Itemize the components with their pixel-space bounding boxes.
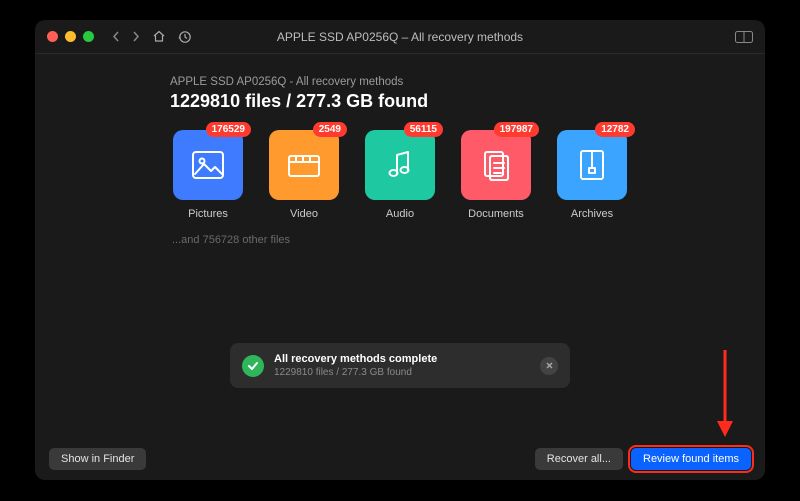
home-icon xyxy=(152,30,166,43)
back-button[interactable] xyxy=(112,31,120,42)
app-window: APPLE SSD AP0256Q – All recovery methods… xyxy=(35,20,765,480)
category-label: Pictures xyxy=(188,208,228,220)
maximize-icon[interactable] xyxy=(83,31,94,42)
right-toolbar xyxy=(735,31,753,43)
close-icon xyxy=(546,362,553,369)
category-cards: 176529 Pictures 2549 Video 56115 Audio 1… xyxy=(170,130,737,220)
note-icon xyxy=(386,149,414,181)
review-found-items-button[interactable]: Review found items xyxy=(631,448,751,470)
category-audio: 56115 Audio xyxy=(362,130,438,220)
category-card-pictures[interactable]: 176529 xyxy=(173,130,243,200)
count-badge: 197987 xyxy=(494,122,539,137)
other-files-text: ...and 756728 other files xyxy=(172,234,737,246)
check-icon xyxy=(242,355,264,377)
category-archives: 12782 Archives xyxy=(554,130,630,220)
chevron-left-icon xyxy=(112,31,120,42)
category-pictures: 176529 Pictures xyxy=(170,130,246,220)
status-bar: All recovery methods complete 1229810 fi… xyxy=(230,343,570,388)
forward-button[interactable] xyxy=(132,31,140,42)
content-area: APPLE SSD AP0256Q - All recovery methods… xyxy=(35,54,765,438)
home-button[interactable] xyxy=(152,30,166,43)
category-documents: 197987 Documents xyxy=(458,130,534,220)
traffic-lights xyxy=(47,31,94,42)
view-grid-icon xyxy=(735,31,753,43)
view-mode-button[interactable] xyxy=(735,31,753,43)
doc-icon xyxy=(479,149,513,181)
status-title: All recovery methods complete xyxy=(274,353,530,365)
footer: Show in Finder Recover all... Review fou… xyxy=(35,438,765,480)
category-label: Archives xyxy=(571,208,613,220)
status-subtitle: 1229810 files / 277.3 GB found xyxy=(274,367,530,378)
category-card-audio[interactable]: 56115 xyxy=(365,130,435,200)
close-icon[interactable] xyxy=(47,31,58,42)
category-label: Audio xyxy=(386,208,414,220)
scan-subtitle: APPLE SSD AP0256Q - All recovery methods xyxy=(170,76,737,88)
minimize-icon[interactable] xyxy=(65,31,76,42)
count-badge: 176529 xyxy=(206,122,251,137)
category-card-video[interactable]: 2549 xyxy=(269,130,339,200)
category-card-archives[interactable]: 12782 xyxy=(557,130,627,200)
titlebar: APPLE SSD AP0256Q – All recovery methods xyxy=(35,20,765,54)
status-text: All recovery methods complete 1229810 fi… xyxy=(274,353,530,378)
recover-all-button[interactable]: Recover all... xyxy=(535,448,623,470)
category-video: 2549 Video xyxy=(266,130,342,220)
chevron-right-icon xyxy=(132,31,140,42)
scan-headline: 1229810 files / 277.3 GB found xyxy=(170,91,737,112)
image-icon xyxy=(191,150,225,180)
history-icon xyxy=(178,30,192,44)
count-badge: 56115 xyxy=(404,122,443,137)
zip-icon xyxy=(578,148,606,182)
category-card-documents[interactable]: 197987 xyxy=(461,130,531,200)
film-icon xyxy=(287,150,321,180)
nav-group xyxy=(112,30,192,44)
status-close-button[interactable] xyxy=(540,357,558,375)
category-label: Video xyxy=(290,208,318,220)
count-badge: 12782 xyxy=(595,122,635,137)
category-label: Documents xyxy=(468,208,524,220)
show-in-finder-button[interactable]: Show in Finder xyxy=(49,448,146,470)
history-button[interactable] xyxy=(178,30,192,44)
count-badge: 2549 xyxy=(313,122,347,137)
